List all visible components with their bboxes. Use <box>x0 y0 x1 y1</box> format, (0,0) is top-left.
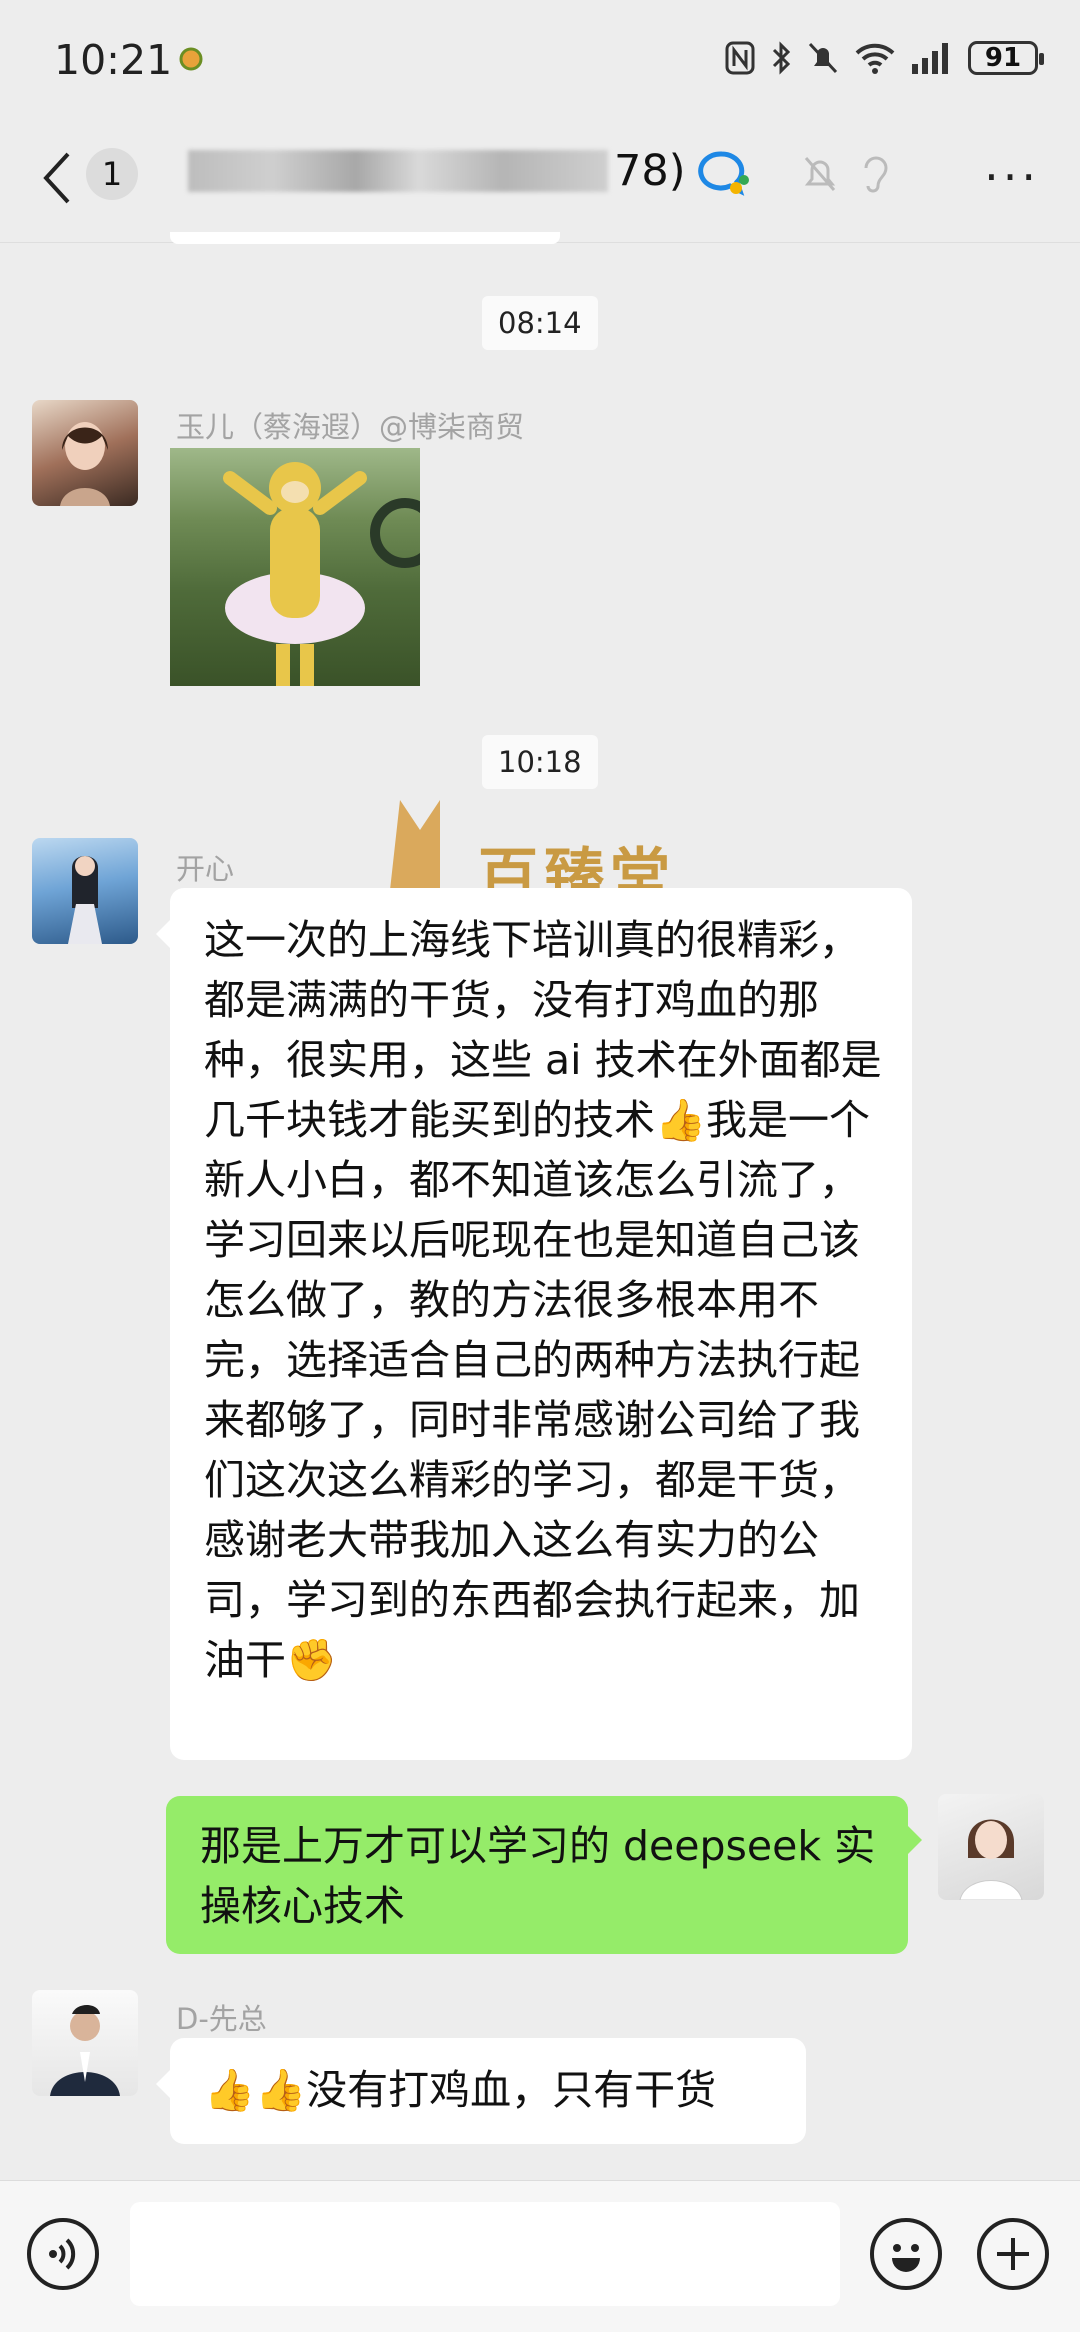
status-icons: 91 <box>724 40 1044 76</box>
hearing-icon[interactable] <box>860 152 892 196</box>
watermark-emblem <box>390 800 440 890</box>
voice-icon <box>49 2238 76 2270</box>
status-time: 10:21 <box>54 36 173 84</box>
avatar[interactable] <box>32 400 138 506</box>
self-avatar[interactable] <box>938 1794 1044 1900</box>
previous-message-fragment <box>170 232 560 244</box>
nfc-icon <box>725 41 755 75</box>
message-input[interactable] <box>130 2202 840 2306</box>
avatar-photo <box>959 1819 1023 1900</box>
bluetooth-icon <box>772 41 791 75</box>
sender-name: 开心 <box>176 852 235 886</box>
voice-input-button[interactable] <box>27 2218 99 2290</box>
sticker-image[interactable] <box>170 448 420 686</box>
battery-indicator: 91 <box>968 41 1044 75</box>
self-message-bubble[interactable]: 那是上万才可以学习的 deepseek 实操核心技术 <box>166 1796 922 1954</box>
sender-name: 玉儿（蔡海遐）@博柒商贸 <box>176 410 525 444</box>
message-bubble[interactable]: 这一次的上海线下培训真的很精彩，都是满满的干货，没有打鸡血的那种，很实用，这些 … <box>156 888 912 1760</box>
mute-bell-icon[interactable] <box>802 154 838 194</box>
avatar[interactable] <box>32 1990 138 2096</box>
signal-icon <box>912 43 948 74</box>
avatar-photo <box>50 2005 120 2096</box>
sender-name: D-先总 <box>176 2002 267 2036</box>
avatar[interactable] <box>32 838 138 944</box>
watermark-logo: 百臻堂 <box>360 790 760 912</box>
message-bubble[interactable]: 👍👍没有打鸡血，只有干货 <box>156 2038 806 2144</box>
unread-count-badge[interactable]: 1 <box>86 148 138 200</box>
emoji-button[interactable] <box>870 2218 942 2290</box>
mute-bell-icon <box>808 42 838 74</box>
wifi-icon <box>855 43 895 74</box>
more-options-button[interactable]: ··· <box>984 150 1040 204</box>
timestamp: 10:18 <box>482 735 598 789</box>
plus-icon <box>997 2238 1029 2270</box>
sticker-figure <box>223 462 420 686</box>
notification-app-icon <box>179 47 203 71</box>
timestamp: 08:14 <box>482 296 598 350</box>
chat-title-suffix: 78) <box>614 146 686 196</box>
more-actions-button[interactable] <box>977 2218 1049 2290</box>
group-chat-icon[interactable] <box>696 150 752 200</box>
back-arrow-icon[interactable] <box>38 148 78 208</box>
chat-title-redacted <box>188 150 608 192</box>
emoji-icon <box>892 2244 920 2272</box>
avatar-photo <box>68 856 102 944</box>
status-bar: 10:21 91 <box>0 0 1080 120</box>
avatar-photo <box>60 422 110 506</box>
